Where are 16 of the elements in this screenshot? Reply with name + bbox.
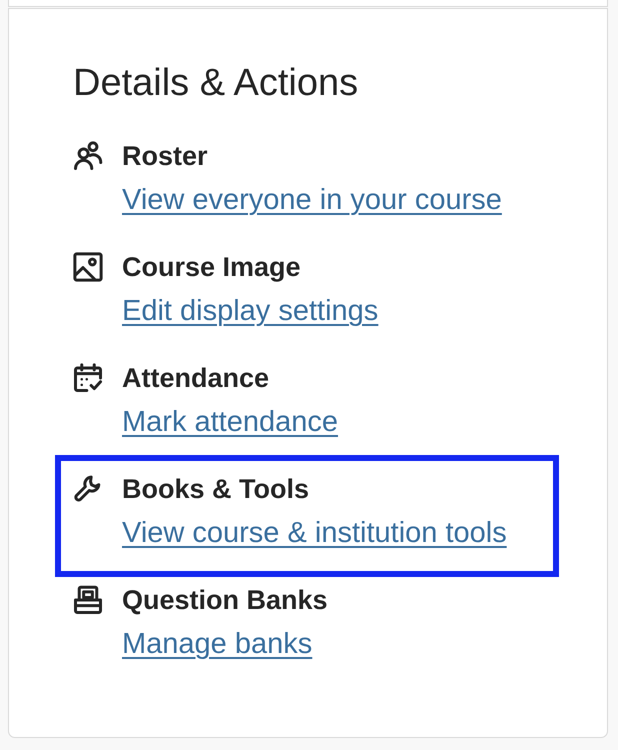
- item-title: Course Image: [122, 251, 302, 284]
- tray-icon: [73, 585, 103, 615]
- item-link[interactable]: View course & institution tools: [122, 515, 507, 551]
- item-title: Books & Tools: [122, 473, 310, 506]
- item-title: Attendance: [122, 362, 270, 395]
- item-link[interactable]: Manage banks: [122, 626, 328, 662]
- image-icon: [73, 252, 103, 282]
- item-link[interactable]: Mark attendance: [122, 404, 338, 440]
- panel-title: Details & Actions: [73, 61, 360, 105]
- item-title: Question Banks: [122, 584, 328, 617]
- item-link[interactable]: View everyone in your course: [122, 182, 502, 218]
- wrench-icon: [73, 474, 103, 504]
- calendar-check-icon: [73, 363, 103, 393]
- people-icon: [73, 141, 103, 171]
- item-link[interactable]: Edit display settings: [122, 293, 378, 329]
- item-title: Roster: [122, 140, 209, 173]
